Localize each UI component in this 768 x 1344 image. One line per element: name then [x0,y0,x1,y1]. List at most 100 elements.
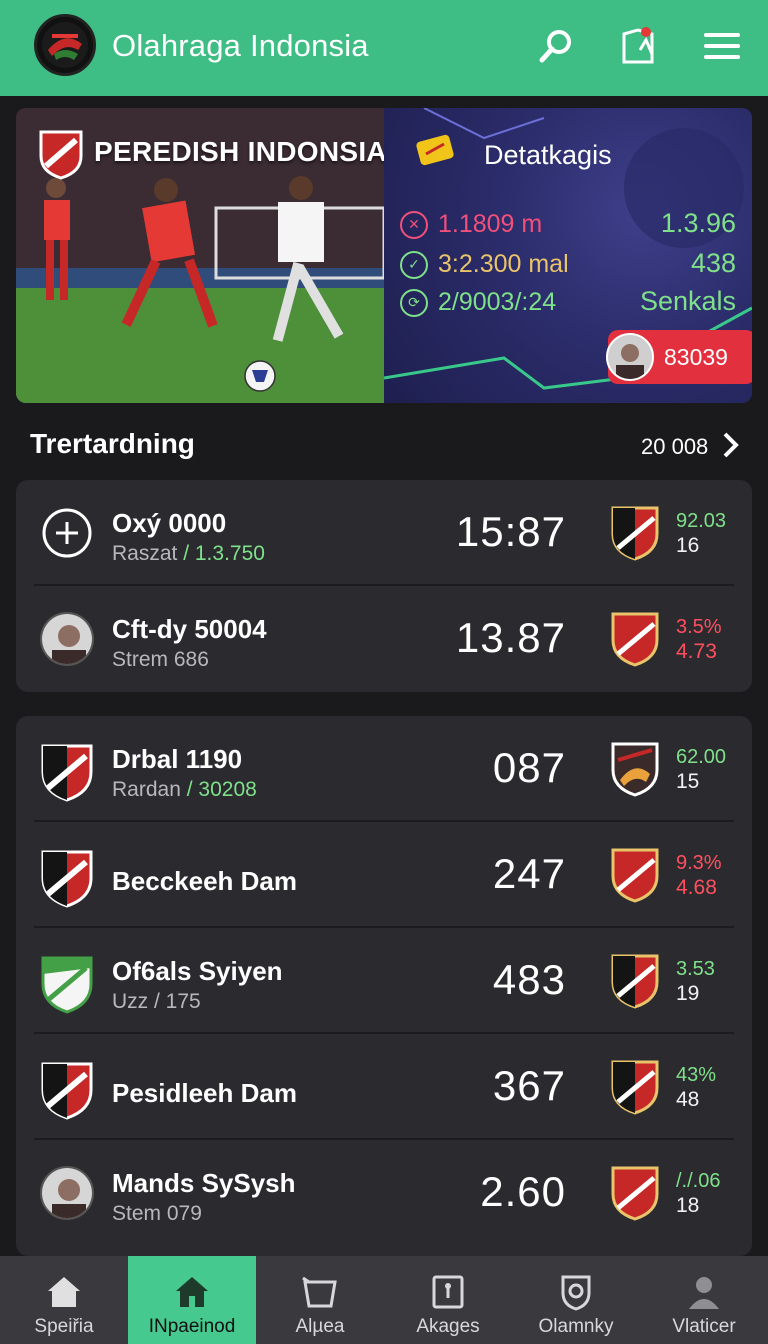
team-name: Of6als Syiyen [112,956,283,986]
list-item[interactable]: Becckeeh Dam 247 9.3% 4.68 [16,822,752,928]
menu-icon[interactable] [700,24,744,68]
team-subtitle: Strem 686 [112,648,209,671]
team-subtitle: Stem 079 [112,1202,202,1225]
standings-card-1: Oxý 0000 Raszat / 1.3.750 15:87 92.03 16… [16,480,752,692]
stat-top: 9.3% [676,852,722,874]
stat-label: 3:2.300 mal [438,250,569,278]
nav-item-akages[interactable]: Akages [384,1256,512,1344]
details-panel: Detatkagis ✕ 1.1809 m 1.3.96 ✓ 3:2.300 m… [384,108,752,403]
stat-bottom: 16 [676,534,700,557]
shield-icon [610,740,660,798]
ball-icon: ⟳ [400,288,428,317]
badge-value: 83039 [664,343,728,370]
stat-top: /./.06 [676,1170,721,1192]
team-name: Oxý 0000 [112,508,227,538]
shield-green-icon [40,954,94,1014]
stat-bottom: 15 [676,770,700,793]
player-card-icon[interactable] [616,24,660,68]
nav-item-vlaticer[interactable]: Vlaticer [640,1256,768,1344]
section-title: Trertardning [30,428,195,459]
user-icon [684,1272,724,1312]
score: 087 [492,744,566,791]
home-icon [44,1272,84,1312]
ticket-icon [414,128,456,175]
clock-icon: ✓ [400,250,428,279]
stat-bottom: 18 [676,1194,700,1217]
shield-icon [40,1060,94,1120]
nav-item-speiria[interactable]: Speiřia [0,1256,128,1344]
home-icon [172,1272,212,1312]
stat-value: 1.3.96 [660,208,736,238]
list-item[interactable]: Mands SySysh Stem 079 2.60 /./.06 18 [16,1140,752,1246]
score: 15:87 [455,508,566,555]
list-item[interactable]: Pesidleeh Dam 367 43% 48 [16,1034,752,1140]
score: 247 [492,850,566,897]
score: 367 [492,1062,566,1109]
nav-item-olamnky[interactable]: Olamnky [512,1256,640,1344]
nav-label: INpaeinod [148,1316,236,1337]
nav-label: Akages [416,1316,480,1337]
avatar [606,333,654,381]
team-subtitle: Rardan / 30208 [112,778,257,801]
avatar [40,1166,94,1220]
app-logo[interactable] [34,14,96,76]
badge-icon [556,1272,596,1312]
section-count: 20 008 [641,434,709,459]
nav-label: Alµea [295,1316,345,1337]
avatar [40,612,94,666]
stat-top: 62.00 [676,746,727,768]
team-subtitle: Uzz / 175 [112,990,201,1013]
shield-icon [40,848,94,908]
player-badge[interactable]: 83039 [606,330,752,384]
stat-top: 43% [676,1064,717,1086]
chevron-right-icon[interactable] [720,430,742,465]
stat-bottom: 48 [676,1088,700,1111]
club-crest-icon [38,128,84,185]
stat-bottom: 19 [676,982,700,1005]
team-name: Drbal 1190 [112,744,243,774]
stat-top: 92.03 [676,510,727,532]
team-name: Cft-dy 50004 [112,614,267,644]
score: 2.60 [480,1168,566,1215]
list-item[interactable]: Oxý 0000 Raszat / 1.3.750 15:87 92.03 16 [16,480,752,586]
nav-label: Olamnky [538,1316,614,1337]
stat-row-2: ✓ 3:2.300 mal [400,250,569,279]
list-item[interactable]: Of6als Syiyen Uzz / 175 483 3.53 19 [16,928,752,1034]
shield-icon [610,1164,660,1222]
stat-row-1: ✕ 1.1809 m [400,210,542,239]
shield-icon [610,846,660,904]
stat-value: 438 [690,248,736,278]
stat-bottom: 4.73 [676,640,717,663]
plus-circle-icon[interactable] [40,506,94,560]
stat-label: 1.1809 m [438,210,543,238]
team-name: Pesidleeh Dam [112,1078,297,1108]
standings-card-2: Drbal 1190 Rardan / 30208 087 62.00 15 B… [16,716,752,1256]
search-icon[interactable] [534,24,578,68]
board-icon [428,1272,468,1312]
team-name: Mands SySysh [112,1168,296,1198]
stat-bottom: 4.68 [676,876,717,899]
score: 13.87 [455,614,566,661]
hero-title: PEREDISH INDONSIA [94,136,387,167]
shield-icon [610,504,660,562]
hero-banner[interactable]: PEREDISH INDONSIA Detatkagis ✕ 1.1809 m … [16,108,752,403]
score: 483 [492,956,566,1003]
bottom-nav: Speiřia INpaeinod Alµea Akages Olamnky V… [0,1256,768,1344]
shield-icon [610,1058,660,1116]
top-app-bar: Olahraga Indonsia [0,0,768,96]
shield-icon [610,952,660,1010]
details-title: Detatkagis [484,140,612,170]
app-title: Olahraga Indonsia [112,28,369,63]
shield-icon [40,742,94,802]
team-name: Becckeeh Dam [112,866,297,896]
team-subtitle: Raszat / 1.3.750 [112,542,265,565]
stat-row-3: ⟳ 2/9003/:24 [400,288,556,317]
list-item[interactable]: Cft-dy 50004 Strem 686 13.87 3.5% 4.73 [16,586,752,692]
stat-top: 3.5% [676,616,722,638]
list-item[interactable]: Drbal 1190 Rardan / 30208 087 62.00 15 [16,716,752,822]
stat-label: 2/9003/:24 [438,288,557,316]
nav-item-inpaeinod[interactable]: INpaeinod [128,1256,256,1344]
stat-value: Senkals [639,286,736,316]
stat-top: 3.53 [676,958,715,980]
nav-item-alea[interactable]: Alµea [256,1256,384,1344]
